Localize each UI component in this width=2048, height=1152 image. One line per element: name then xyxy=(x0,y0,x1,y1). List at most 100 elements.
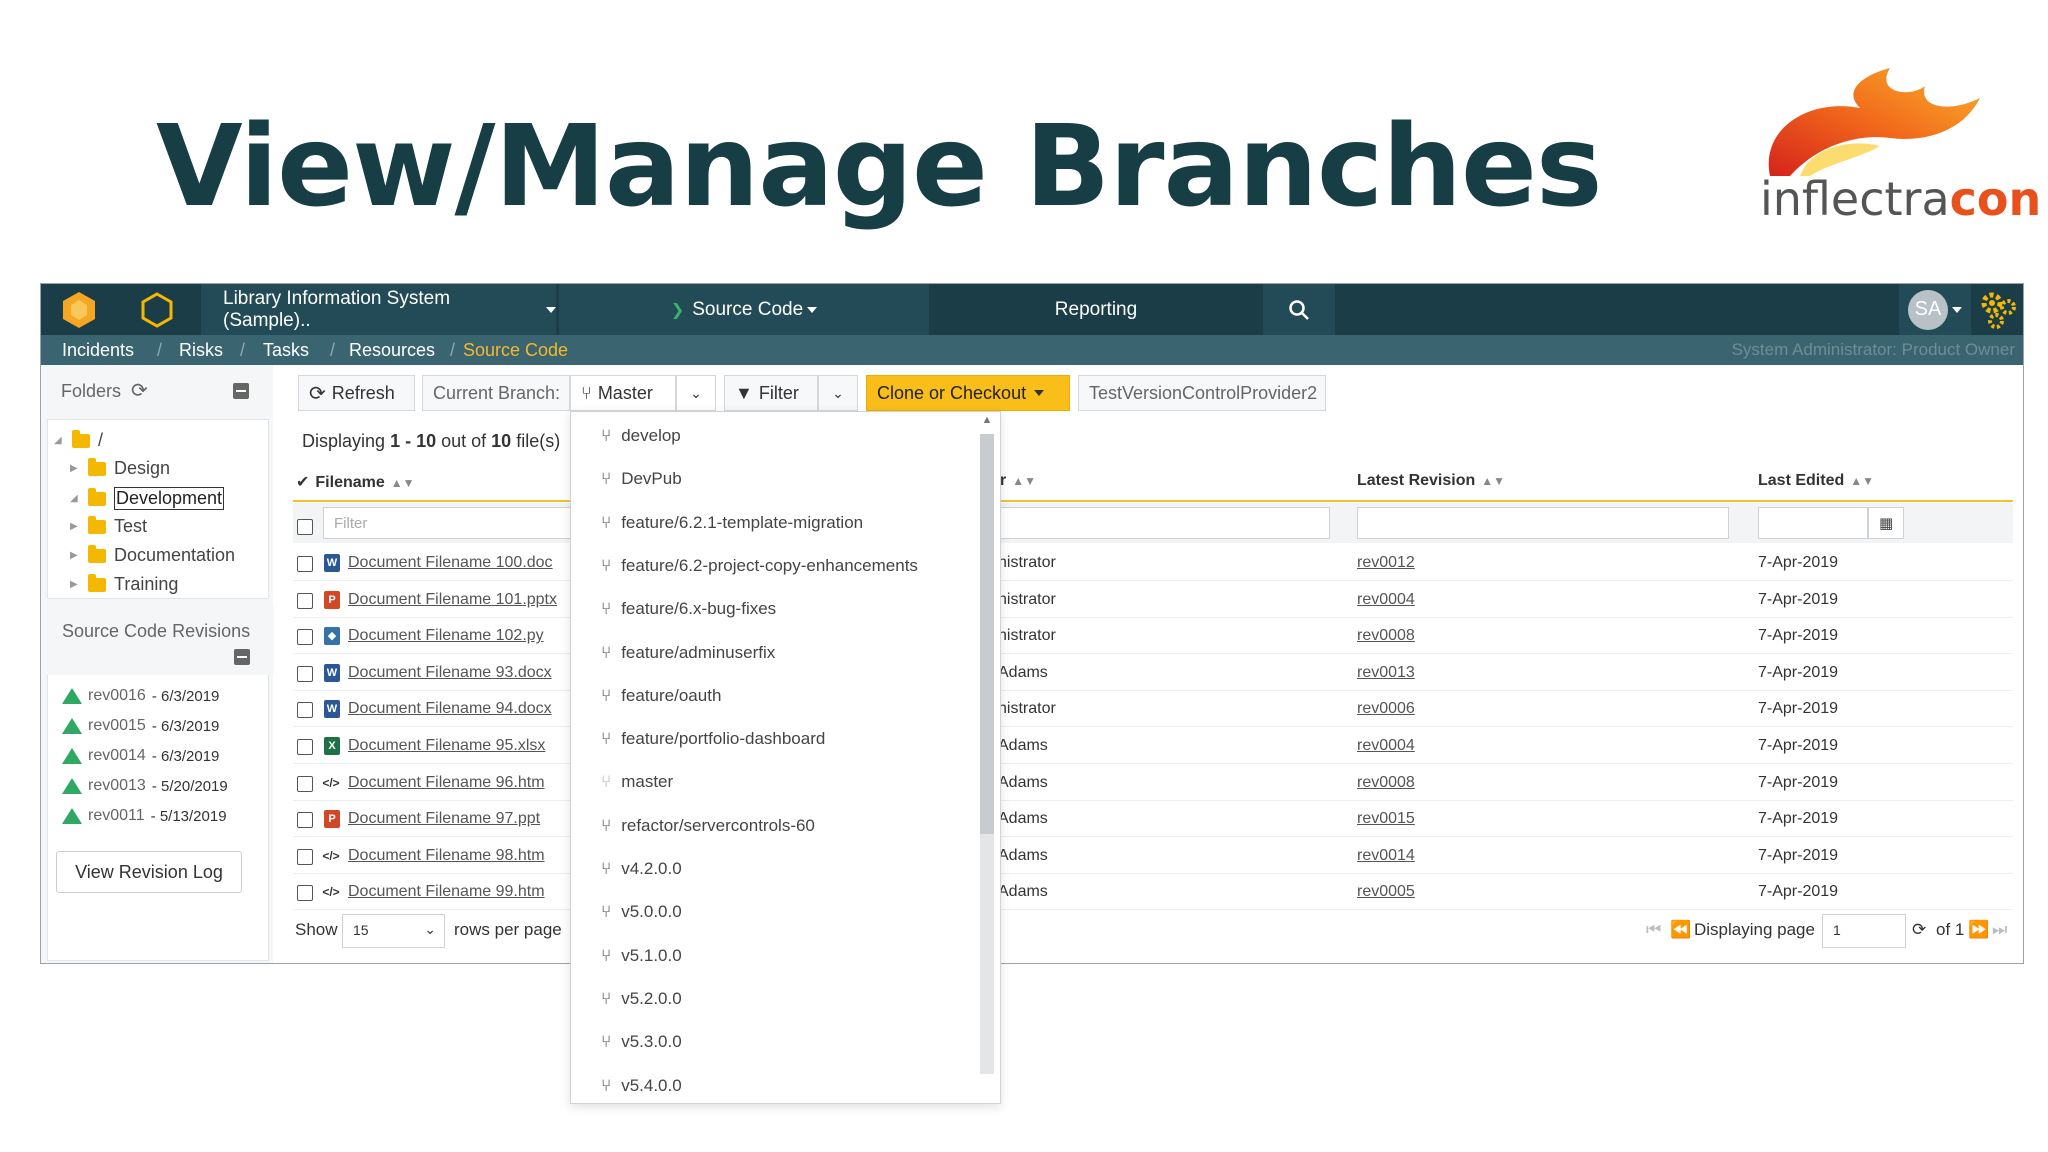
branch-option[interactable]: ⑂ v5.1.0.0 xyxy=(601,946,682,966)
settings-button[interactable] xyxy=(1973,284,2025,335)
file-link[interactable]: Document Filename 95.xlsx xyxy=(348,737,545,755)
prev-page-icon[interactable]: ⏪ xyxy=(1670,920,1691,940)
author-cell: Adams xyxy=(998,773,1048,791)
revision-link[interactable]: rev0008 xyxy=(1357,774,1415,792)
row-checkbox[interactable] xyxy=(297,848,313,865)
last-page-icon[interactable]: ⏭ xyxy=(1992,920,2007,940)
branch-option[interactable]: ⑂ feature/6.x-bug-fixes xyxy=(601,599,776,619)
nav-source-code[interactable]: ❯ Source Code xyxy=(559,284,929,335)
row-checkbox[interactable] xyxy=(297,629,313,646)
branch-option[interactable]: ⑂ refactor/servercontrols-60 xyxy=(601,816,815,836)
first-page-icon[interactable]: ⏮ xyxy=(1646,920,1661,940)
row-checkbox[interactable] xyxy=(297,556,313,572)
col-last-edited[interactable]: Last Edited ▲▼ xyxy=(1758,472,1874,490)
calendar-button[interactable]: ▦ xyxy=(1868,507,1904,539)
branch-option[interactable]: ⑂ develop xyxy=(601,426,681,446)
search-button[interactable] xyxy=(1263,284,1335,335)
revision-item[interactable]: rev0014- 6/3/2019 xyxy=(62,747,219,765)
breadcrumb-tasks[interactable]: Tasks xyxy=(263,340,309,361)
row-checkbox[interactable] xyxy=(297,775,313,792)
date-filter-input[interactable] xyxy=(1758,507,1868,539)
branch-dropdown-toggle[interactable]: ⌄ xyxy=(676,375,716,411)
tree-item-test[interactable]: ▶ Test xyxy=(70,515,147,537)
author-filter-input[interactable] xyxy=(1000,507,1330,539)
page-input[interactable]: 1 xyxy=(1822,914,1906,948)
revision-link[interactable]: rev0012 xyxy=(1357,554,1415,572)
col-filename[interactable]: ✔ Filename ▲▼ xyxy=(296,472,415,492)
user-menu[interactable]: SA xyxy=(1899,284,1971,335)
workspace-button[interactable] xyxy=(116,284,198,335)
branch-option[interactable]: ⑂ v5.4.0.0 xyxy=(601,1076,682,1096)
collapse-icon[interactable] xyxy=(233,383,249,399)
file-link[interactable]: Document Filename 96.htm xyxy=(348,774,545,792)
branch-option[interactable]: ⑂ v5.0.0.0 xyxy=(601,902,682,922)
col-latest-revision[interactable]: Latest Revision ▲▼ xyxy=(1357,472,1505,490)
file-link[interactable]: Document Filename 94.docx xyxy=(348,700,552,718)
branch-option[interactable]: ⑂ DevPub xyxy=(601,469,682,489)
project-selector[interactable]: Library Information System (Sample).. xyxy=(201,284,556,335)
revision-item[interactable]: rev0015- 6/3/2019 xyxy=(62,717,219,735)
dropdown-scrollbar-thumb[interactable] xyxy=(980,434,994,834)
refresh-button[interactable]: ⟳ Refresh xyxy=(298,375,415,411)
file-link[interactable]: Document Filename 102.py xyxy=(348,627,544,645)
branch-selector[interactable]: ⑂ Master xyxy=(570,375,676,411)
row-checkbox[interactable] xyxy=(297,812,313,829)
branch-option[interactable]: ⑂ v5.3.0.0 xyxy=(601,1032,682,1052)
tree-item-training[interactable]: ▶ Training xyxy=(70,573,178,595)
file-link[interactable]: Document Filename 98.htm xyxy=(348,847,545,865)
revision-filter-input[interactable] xyxy=(1357,507,1729,539)
refresh-icon[interactable]: ⟳ xyxy=(131,378,148,403)
revision-item[interactable]: rev0013- 5/20/2019 xyxy=(62,777,228,795)
branch-option[interactable]: ⑂ feature/oauth xyxy=(601,686,721,706)
revision-link[interactable]: rev0015 xyxy=(1357,810,1415,828)
col-author[interactable]: r ▲▼ xyxy=(1000,472,1036,490)
breadcrumb-resources[interactable]: Resources xyxy=(349,340,435,361)
revision-link[interactable]: rev0005 xyxy=(1357,883,1415,901)
revision-link[interactable]: rev0004 xyxy=(1357,737,1415,755)
branch-option[interactable]: ⑂ feature/adminuserfix xyxy=(601,643,775,663)
breadcrumb-incidents[interactable]: Incidents xyxy=(62,340,134,361)
file-link[interactable]: Document Filename 99.htm xyxy=(348,883,545,901)
filename-filter-input[interactable]: Filter xyxy=(323,507,573,539)
branch-option[interactable]: ⑂ feature/portfolio-dashboard xyxy=(601,729,825,749)
revision-item[interactable]: rev0011- 5/13/2019 xyxy=(62,807,227,825)
branch-option[interactable]: ⑂ v4.2.0.0 xyxy=(601,859,682,879)
breadcrumb-risks[interactable]: Risks xyxy=(179,340,223,361)
row-checkbox[interactable] xyxy=(297,702,313,719)
rows-per-page-select[interactable]: 15 ⌄ xyxy=(342,914,445,948)
revision-link[interactable]: rev0013 xyxy=(1357,664,1415,682)
row-checkbox[interactable] xyxy=(297,739,313,755)
branch-option[interactable]: ⑂ master xyxy=(601,772,673,792)
tree-item-documentation[interactable]: ▶ Documentation xyxy=(70,544,235,566)
revision-link[interactable]: rev0004 xyxy=(1357,591,1415,609)
app-logo[interactable] xyxy=(41,284,116,335)
filter-button[interactable]: ▼ Filter xyxy=(724,375,818,411)
branch-option[interactable]: ⑂ feature/6.2-project-copy-enhancements xyxy=(601,556,918,576)
row-checkbox[interactable] xyxy=(297,665,313,682)
revision-link[interactable]: rev0014 xyxy=(1357,847,1415,865)
file-link[interactable]: Document Filename 101.pptx xyxy=(348,591,557,609)
branch-option[interactable]: ⑂ feature/6.2.1-template-migration xyxy=(601,513,863,533)
scroll-up-icon[interactable]: ▲ xyxy=(980,414,994,432)
revision-item[interactable]: rev0016- 6/3/2019 xyxy=(62,687,219,705)
row-checkbox[interactable] xyxy=(297,592,313,609)
revision-link[interactable]: rev0006 xyxy=(1357,700,1415,718)
tree-item-design[interactable]: ▶ Design xyxy=(70,457,170,479)
file-link[interactable]: Document Filename 97.ppt xyxy=(348,810,540,828)
breadcrumb-source-code[interactable]: Source Code xyxy=(463,340,568,361)
view-revision-log-button[interactable]: View Revision Log xyxy=(56,851,242,893)
nav-reporting[interactable]: Reporting xyxy=(931,284,1261,335)
branch-option[interactable]: ⑂ v5.2.0.0 xyxy=(601,989,682,1009)
file-link[interactable]: Document Filename 93.docx xyxy=(348,664,552,682)
filter-dropdown-toggle[interactable]: ⌄ xyxy=(818,375,858,411)
refresh-icon[interactable]: ⟳ xyxy=(1912,920,1926,940)
collapse-icon[interactable] xyxy=(234,649,250,665)
tree-root[interactable]: ◢ / xyxy=(54,429,103,451)
row-checkbox[interactable] xyxy=(297,885,313,902)
clone-checkout-button[interactable]: Clone or Checkout xyxy=(866,375,1070,411)
tree-item-development[interactable]: ◢ Development xyxy=(70,487,225,510)
next-page-icon[interactable]: ⏩ xyxy=(1968,920,1989,940)
revision-link[interactable]: rev0008 xyxy=(1357,627,1415,645)
select-all-checkbox[interactable] xyxy=(297,519,313,535)
file-link[interactable]: Document Filename 100.doc xyxy=(348,554,553,572)
